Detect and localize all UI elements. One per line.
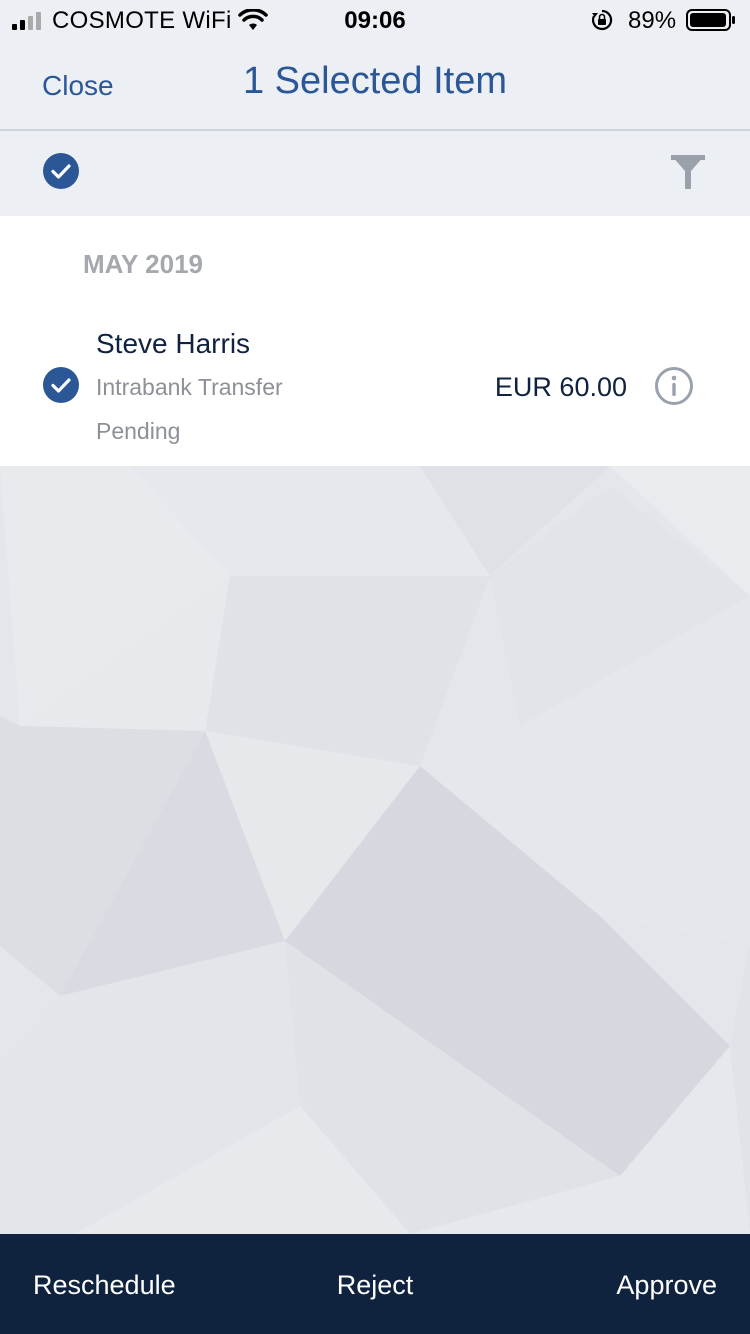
section-header: MAY 2019	[83, 249, 203, 279]
battery-percent: 89%	[628, 7, 677, 34]
status-bar: COSMOTE WiFi 09:06 89%	[0, 0, 750, 40]
payee-name: Steve Harris	[96, 328, 251, 359]
transaction-list: MAY 2019 Steve Harris Intrabank Transfer…	[0, 216, 750, 466]
approve-button[interactable]: Approve	[616, 1270, 717, 1301]
select-all-check-icon[interactable]	[43, 153, 79, 189]
page-title: 1 Selected Item	[242, 60, 508, 102]
rotation-lock-icon	[591, 9, 613, 31]
row-check-icon[interactable]	[43, 367, 79, 403]
transaction-status: Pending	[96, 418, 181, 444]
filter-icon[interactable]	[670, 155, 706, 191]
transaction-row[interactable]: Steve Harris Intrabank Transfer Pending …	[0, 316, 750, 456]
action-bar: Reschedule Reject Approve	[0, 1234, 750, 1334]
transaction-amount: EUR 60.00	[494, 372, 627, 402]
info-icon[interactable]	[654, 366, 694, 406]
background-pattern	[0, 466, 750, 1234]
battery-icon	[686, 9, 735, 31]
selection-toolbar	[0, 131, 750, 216]
navigation-bar: Close 1 Selected Item	[0, 40, 750, 131]
transaction-type: Intrabank Transfer	[96, 374, 283, 400]
